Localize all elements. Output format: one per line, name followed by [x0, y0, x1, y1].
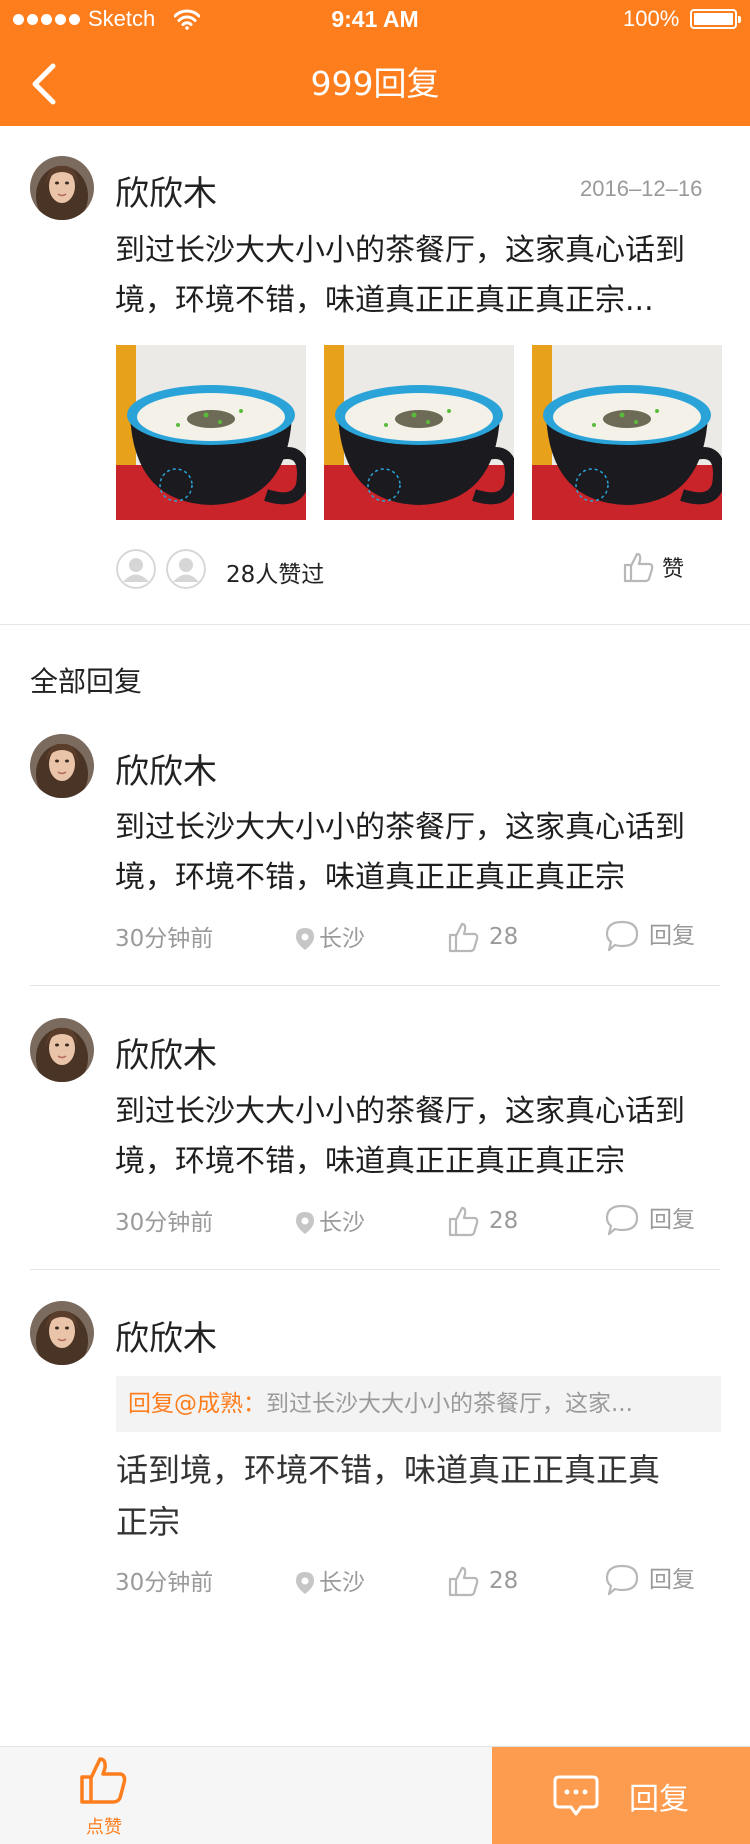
reply-reply-button[interactable]: 回复	[605, 920, 695, 952]
post-date: 2016–12–16	[580, 176, 703, 201]
reply-reply-button[interactable]: 回复	[605, 1204, 695, 1236]
reply-location-label: 长沙	[319, 1570, 365, 1596]
replies-section-title: 全部回复	[30, 665, 143, 698]
reply-author[interactable]: 欣欣木	[115, 744, 217, 793]
comment-bubble-icon	[605, 1564, 639, 1596]
reply-text-line-1: 到过长沙大大小小的茶餐厅，这家真心话到	[115, 1094, 685, 1129]
food-photo-image	[532, 345, 722, 520]
reply-like-button[interactable]: 28	[447, 920, 518, 954]
reply-meta-row: 30分钟前 长沙 28 回复	[115, 1204, 705, 1242]
avatar[interactable]	[30, 734, 94, 798]
location-pin-icon	[296, 1212, 314, 1234]
reply-text-line-2: 正宗	[116, 1503, 181, 1541]
reply-location-label: 长沙	[319, 1210, 365, 1236]
post-photo[interactable]	[116, 345, 306, 520]
thumbs-up-icon	[80, 1757, 127, 1804]
page-title: 999回复	[310, 64, 440, 103]
reply-location[interactable]: 长沙	[295, 1568, 365, 1598]
default-avatar-icon	[166, 549, 206, 589]
avatar[interactable]	[30, 1018, 94, 1082]
avatar[interactable]	[30, 1301, 94, 1365]
reply-text-line-2: 境，环境不错，味道真正正真正真正宗	[115, 860, 625, 895]
location-pin-icon	[296, 928, 314, 950]
reply-like-button[interactable]: 28	[447, 1204, 518, 1238]
reply-location[interactable]: 长沙	[295, 924, 365, 954]
app-header: Sketch 9:41 AM 100% 999回复	[0, 0, 750, 126]
post-text-line-2: 境，环境不错，味道真正正真正真正宗...	[115, 283, 654, 318]
reply-like-button[interactable]: 28	[447, 1564, 518, 1598]
default-avatar-icon	[116, 549, 156, 589]
divider	[30, 985, 720, 986]
status-bar: Sketch 9:41 AM 100%	[0, 0, 750, 40]
thumbs-up-icon	[448, 922, 479, 953]
reply-reply-label: 回复	[649, 1207, 695, 1233]
avatar-image	[30, 734, 94, 798]
divider	[30, 1269, 720, 1270]
post-photos	[116, 345, 722, 520]
reply-meta-row: 30分钟前 长沙 28 回复	[115, 1564, 705, 1602]
post-author[interactable]: 欣欣木	[115, 166, 217, 215]
food-photo-image	[324, 345, 514, 520]
bottom-action-bar: 点赞 回复	[0, 1746, 750, 1844]
reply-text: 话到境，环境不错，味道真正正真正真 正宗	[116, 1444, 726, 1548]
reply-time: 30分钟前	[115, 926, 214, 952]
reply-like-count: 28	[489, 1568, 519, 1594]
post-like-count[interactable]: 28人赞过	[226, 555, 324, 589]
bottom-like-label: 点赞	[86, 1817, 122, 1838]
avatar[interactable]	[30, 156, 94, 220]
post-like-button[interactable]: 赞	[622, 550, 684, 584]
reply-reply-label: 回复	[649, 1567, 695, 1593]
reply-author[interactable]: 欣欣木	[115, 1028, 217, 1077]
thumbs-up-icon	[448, 1566, 479, 1597]
reply-reply-button[interactable]: 回复	[605, 1564, 695, 1596]
post-photo[interactable]	[532, 345, 722, 520]
comment-bubble-icon	[605, 1204, 639, 1236]
bottom-reply-button[interactable]: 回复	[492, 1747, 750, 1844]
comment-bubble-icon	[605, 920, 639, 952]
divider	[0, 624, 750, 625]
post-text-line-1: 到过长沙大大小小的茶餐厅，这家真心话到	[115, 233, 685, 268]
reply-text-line-2: 境，环境不错，味道真正正真正真正宗	[115, 1144, 625, 1179]
reply-location[interactable]: 长沙	[295, 1208, 365, 1238]
reply-like-count: 28	[489, 1208, 519, 1234]
post-like-label: 赞	[662, 557, 685, 582]
reply-reply-label: 回复	[649, 923, 695, 949]
reply-time: 30分钟前	[115, 1210, 214, 1236]
bottom-like-button[interactable]: 点赞	[70, 1755, 138, 1841]
food-photo-image	[116, 345, 306, 520]
thumbs-up-icon	[623, 552, 654, 583]
reply-text-line-1: 到过长沙大大小小的茶餐厅，这家真心话到	[115, 810, 685, 845]
reply-author[interactable]: 欣欣木	[115, 1311, 217, 1360]
bottom-reply-label: 回复	[629, 1782, 689, 1817]
reply-like-count: 28	[489, 924, 519, 950]
quoted-reply[interactable]: 回复@成熟：到过长沙大大小小的茶餐厅，这家...	[116, 1376, 721, 1432]
avatar-image	[30, 156, 94, 220]
reply-time: 30分钟前	[115, 1570, 214, 1596]
battery-icon	[690, 9, 741, 29]
reply-meta-row: 30分钟前 长沙 28 回复	[115, 920, 705, 958]
avatar-image	[30, 1018, 94, 1082]
battery-percent: 100%	[623, 6, 680, 31]
liker-avatars[interactable]	[116, 549, 206, 589]
thumbs-up-icon	[448, 1206, 479, 1237]
chat-bubble-icon	[553, 1775, 599, 1816]
reply-text-line-1: 话到境，环境不错，味道真正正真正真	[116, 1451, 661, 1489]
reply-location-label: 长沙	[319, 926, 365, 952]
quoted-text: 到过长沙大大小小的茶餐厅，这家...	[266, 1391, 633, 1417]
location-pin-icon	[296, 1572, 314, 1594]
post-photo[interactable]	[324, 345, 514, 520]
quoted-user[interactable]: 回复@成熟：	[128, 1391, 266, 1417]
avatar-image	[30, 1301, 94, 1365]
